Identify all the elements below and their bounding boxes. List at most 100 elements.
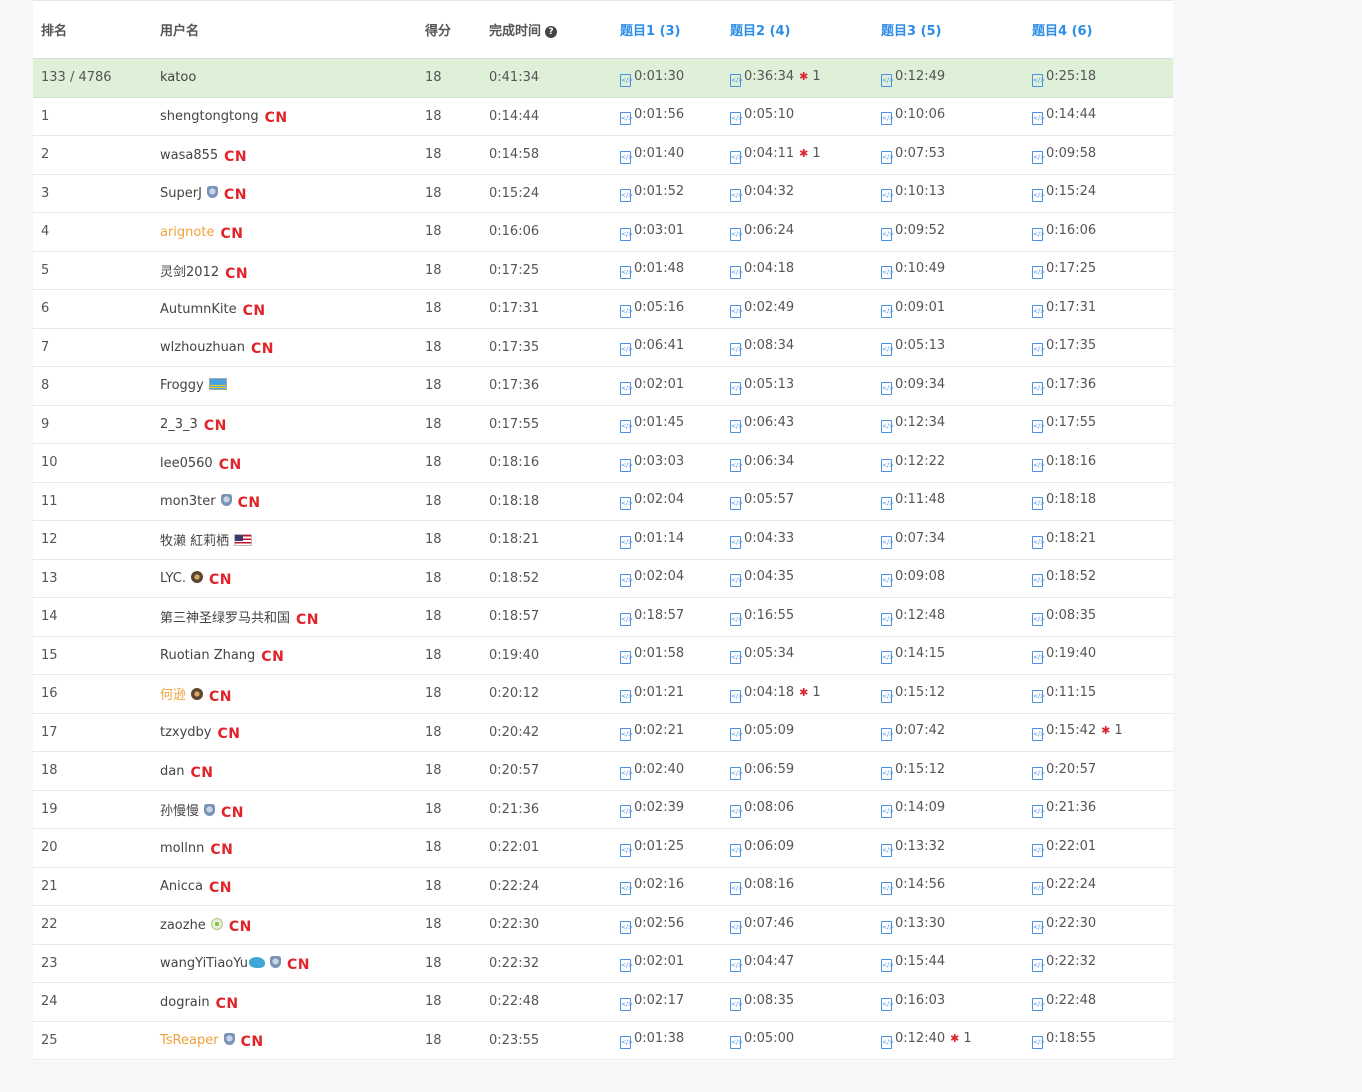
code-file-icon[interactable]: </>: [730, 728, 743, 742]
code-file-icon[interactable]: </>: [1032, 920, 1045, 934]
code-file-icon[interactable]: </>: [730, 689, 743, 703]
code-file-icon[interactable]: </>: [881, 728, 894, 742]
code-file-icon[interactable]: </>: [1032, 189, 1045, 203]
code-file-icon[interactable]: </>: [730, 227, 743, 241]
code-file-icon[interactable]: </>: [620, 574, 633, 588]
code-file-icon[interactable]: </>: [1032, 689, 1045, 703]
code-file-icon[interactable]: </>: [620, 189, 633, 203]
code-file-icon[interactable]: </>: [730, 612, 743, 626]
username-link[interactable]: 第三神圣绿罗马共和国: [160, 611, 290, 626]
code-file-icon[interactable]: </>: [620, 959, 633, 973]
code-file-icon[interactable]: </>: [1032, 1036, 1045, 1050]
code-file-icon[interactable]: </>: [620, 381, 633, 395]
code-file-icon[interactable]: </>: [881, 381, 894, 395]
code-file-icon[interactable]: </>: [730, 458, 743, 472]
code-file-icon[interactable]: </>: [881, 266, 894, 280]
code-file-icon[interactable]: </>: [730, 304, 743, 318]
code-file-icon[interactable]: </>: [881, 651, 894, 665]
code-file-icon[interactable]: </>: [881, 189, 894, 203]
code-file-icon[interactable]: </>: [1032, 612, 1045, 626]
username-link[interactable]: mollnn: [160, 841, 204, 856]
username-link[interactable]: 何逊: [160, 688, 186, 703]
code-file-icon[interactable]: </>: [620, 997, 633, 1011]
code-file-icon[interactable]: </>: [881, 689, 894, 703]
code-file-icon[interactable]: </>: [1032, 805, 1045, 819]
code-file-icon[interactable]: </>: [730, 343, 743, 357]
code-file-icon[interactable]: </>: [620, 420, 633, 434]
code-file-icon[interactable]: </>: [730, 189, 743, 203]
username-link[interactable]: Froggy: [160, 378, 204, 393]
code-file-icon[interactable]: </>: [620, 227, 633, 241]
code-file-icon[interactable]: </>: [881, 304, 894, 318]
code-file-icon[interactable]: </>: [1032, 266, 1045, 280]
code-file-icon[interactable]: </>: [1032, 497, 1045, 511]
username-link[interactable]: 牧濑 紅莉栖: [160, 534, 229, 549]
code-file-icon[interactable]: </>: [881, 997, 894, 1011]
username-link[interactable]: 灵剑2012: [160, 265, 219, 280]
header-question-3[interactable]: 题目3 (5): [873, 1, 1024, 59]
code-file-icon[interactable]: </>: [620, 343, 633, 357]
code-file-icon[interactable]: </>: [620, 112, 633, 126]
code-file-icon[interactable]: </>: [730, 997, 743, 1011]
code-file-icon[interactable]: </>: [1032, 227, 1045, 241]
username-link[interactable]: 孙慢慢: [160, 804, 199, 819]
code-file-icon[interactable]: </>: [881, 1036, 894, 1050]
code-file-icon[interactable]: </>: [730, 920, 743, 934]
code-file-icon[interactable]: </>: [620, 882, 633, 896]
code-file-icon[interactable]: </>: [730, 574, 743, 588]
code-file-icon[interactable]: </>: [620, 304, 633, 318]
code-file-icon[interactable]: </>: [1032, 150, 1045, 164]
code-file-icon[interactable]: </>: [881, 920, 894, 934]
code-file-icon[interactable]: </>: [730, 766, 743, 780]
username-link[interactable]: mon3ter: [160, 494, 216, 509]
code-file-icon[interactable]: </>: [730, 73, 743, 87]
code-file-icon[interactable]: </>: [1032, 843, 1045, 857]
code-file-icon[interactable]: </>: [620, 1036, 633, 1050]
code-file-icon[interactable]: </>: [1032, 959, 1045, 973]
code-file-icon[interactable]: </>: [620, 843, 633, 857]
code-file-icon[interactable]: </>: [730, 112, 743, 126]
code-file-icon[interactable]: </>: [620, 920, 633, 934]
code-file-icon[interactable]: </>: [881, 112, 894, 126]
username-link[interactable]: Anicca: [160, 879, 203, 894]
username-link[interactable]: LYC.: [160, 571, 186, 586]
code-file-icon[interactable]: </>: [620, 651, 633, 665]
code-file-icon[interactable]: </>: [620, 805, 633, 819]
code-file-icon[interactable]: </>: [620, 728, 633, 742]
code-file-icon[interactable]: </>: [1032, 420, 1045, 434]
code-file-icon[interactable]: </>: [1032, 112, 1045, 126]
code-file-icon[interactable]: </>: [730, 651, 743, 665]
code-file-icon[interactable]: </>: [1032, 651, 1045, 665]
code-file-icon[interactable]: </>: [620, 458, 633, 472]
username-link[interactable]: wasa855: [160, 148, 218, 163]
username-link[interactable]: wlzhouzhuan: [160, 340, 245, 355]
code-file-icon[interactable]: </>: [881, 150, 894, 164]
code-file-icon[interactable]: </>: [1032, 381, 1045, 395]
help-icon[interactable]: ?: [545, 26, 558, 38]
header-question-4[interactable]: 题目4 (6): [1024, 1, 1173, 59]
code-file-icon[interactable]: </>: [730, 497, 743, 511]
code-file-icon[interactable]: </>: [1032, 535, 1045, 549]
username-link[interactable]: zaozhe: [160, 918, 206, 933]
code-file-icon[interactable]: </>: [1032, 882, 1045, 896]
code-file-icon[interactable]: </>: [620, 150, 633, 164]
code-file-icon[interactable]: </>: [730, 882, 743, 896]
username-link[interactable]: lee0560: [160, 456, 213, 471]
code-file-icon[interactable]: </>: [620, 612, 633, 626]
username-link[interactable]: arignote: [160, 225, 214, 240]
code-file-icon[interactable]: </>: [881, 227, 894, 241]
code-file-icon[interactable]: </>: [1032, 728, 1045, 742]
code-file-icon[interactable]: </>: [1032, 766, 1045, 780]
code-file-icon[interactable]: </>: [1032, 997, 1045, 1011]
code-file-icon[interactable]: </>: [730, 266, 743, 280]
code-file-icon[interactable]: </>: [881, 535, 894, 549]
code-file-icon[interactable]: </>: [620, 766, 633, 780]
username-link[interactable]: dan: [160, 764, 184, 779]
header-question-2[interactable]: 题目2 (4): [722, 1, 873, 59]
code-file-icon[interactable]: </>: [881, 766, 894, 780]
username-link[interactable]: dograin: [160, 995, 210, 1010]
code-file-icon[interactable]: </>: [881, 882, 894, 896]
username-link[interactable]: wangYiTiaoYu: [160, 956, 248, 971]
code-file-icon[interactable]: </>: [620, 73, 633, 87]
username-link[interactable]: TsReaper: [160, 1033, 219, 1048]
